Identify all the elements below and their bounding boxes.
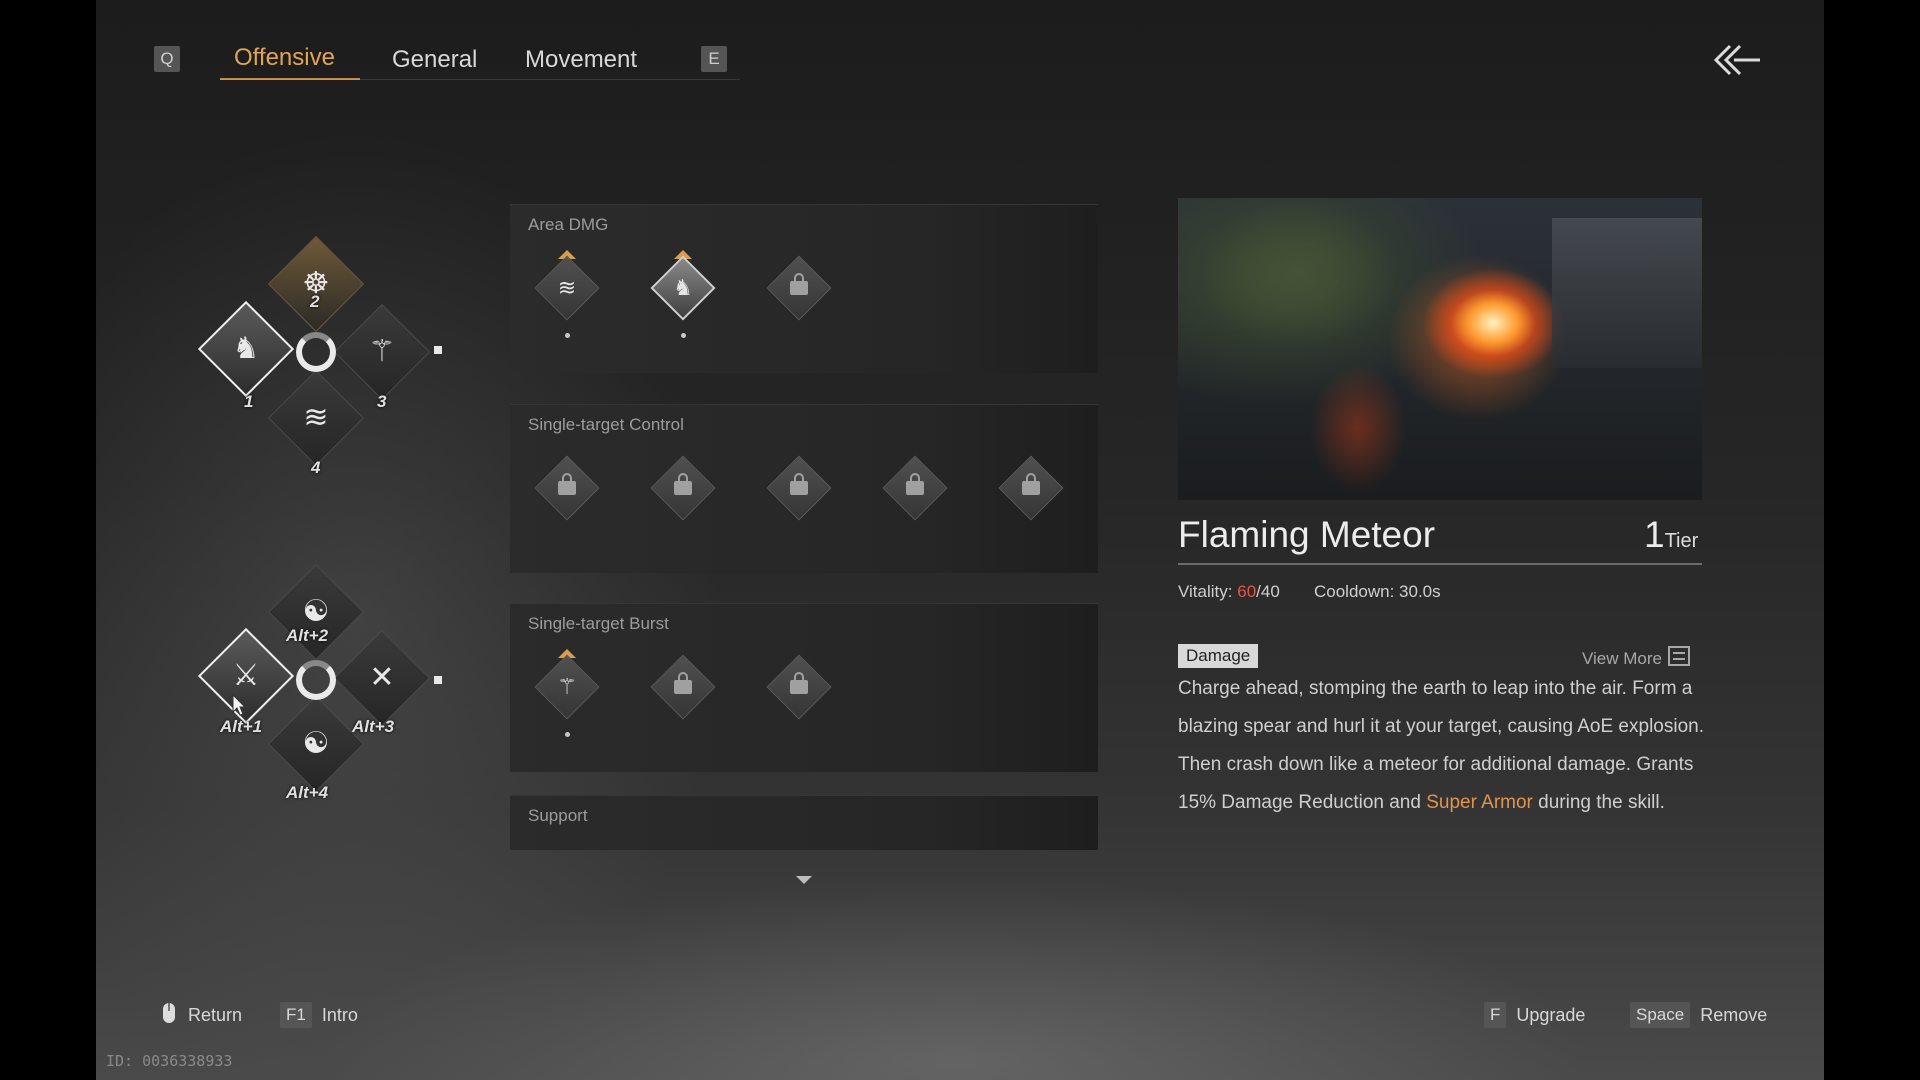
- description-tail: during the skill.: [1538, 792, 1665, 813]
- charging-horse-icon: ♞: [673, 275, 693, 300]
- remove-action[interactable]: Space Remove: [1630, 1002, 1767, 1028]
- upgrade-action[interactable]: F Upgrade: [1484, 1002, 1585, 1028]
- equipped-dot: [681, 333, 686, 338]
- category-single-target-control: Single-target Control: [510, 404, 1098, 573]
- category-support: Support: [510, 795, 1098, 850]
- category-title: Single-target Control: [528, 415, 684, 434]
- vitality-current: 60: [1237, 582, 1257, 601]
- upgrade-label: Upgrade: [1516, 1004, 1586, 1025]
- wheel2-label-1: Alt+1: [220, 717, 263, 736]
- lock-icon: [1022, 481, 1040, 495]
- remove-label: Remove: [1700, 1004, 1768, 1025]
- scroll-down-icon[interactable]: [796, 876, 812, 884]
- wheel2-label-4: Alt+4: [286, 783, 329, 802]
- skill-type-badge: Damage: [1178, 644, 1259, 668]
- wheel2-label-2: Alt+2: [286, 626, 329, 645]
- wheel2-center-ring-icon: [296, 660, 336, 700]
- wheel2-label-3: Alt+3: [352, 717, 395, 736]
- lock-icon: [790, 481, 808, 495]
- wheel1-label-4: 4: [311, 458, 321, 477]
- lock-icon: [790, 281, 808, 295]
- skill-slot-control-1[interactable]: [534, 455, 600, 521]
- wheel1-center-ring-icon: [296, 332, 336, 372]
- tabs-divider: [220, 79, 740, 80]
- game-screen: Q Offensive General Movement E ☸ ♞ ⚚ ≋ 2…: [96, 0, 1824, 1080]
- skill-slot-control-3[interactable]: [766, 455, 832, 521]
- category-title: Area DMG: [528, 215, 609, 234]
- upgrade-key: F: [1484, 1002, 1507, 1028]
- lock-icon: [790, 680, 808, 694]
- skill-slot-area-1[interactable]: ≋: [534, 255, 600, 321]
- tier-label: Tier: [1664, 530, 1699, 552]
- tab-movement[interactable]: Movement: [525, 46, 637, 74]
- skill-slot-area-3[interactable]: [766, 255, 832, 321]
- skill-slot-control-4[interactable]: [882, 455, 948, 521]
- preview-foliage: [1198, 198, 1398, 348]
- category-single-target-burst: Single-target Burst ⚚: [510, 603, 1098, 772]
- lock-icon: [674, 481, 692, 495]
- lock-icon: [558, 481, 576, 495]
- intro-key: F1: [280, 1002, 312, 1028]
- tier-number: 1: [1644, 514, 1665, 555]
- skill-name: Flaming Meteor: [1178, 514, 1436, 555]
- spear-figure-icon: ✕: [369, 661, 395, 694]
- category-area-dmg: Area DMG ≋ ♞: [510, 204, 1098, 373]
- view-more-link[interactable]: View More: [1582, 646, 1690, 671]
- kick-figure-icon: ⚔: [232, 659, 260, 692]
- skill-tier: 1 Tier: [1644, 514, 1698, 556]
- vitality-label: Vitality:: [1178, 582, 1233, 601]
- prev-tab-key[interactable]: Q: [154, 46, 180, 72]
- lock-icon: [674, 680, 692, 694]
- wave-icon: ≋: [303, 401, 329, 434]
- wheel1-label-2: 2: [310, 292, 320, 311]
- skill-slot-control-2[interactable]: [650, 455, 716, 521]
- return-action[interactable]: Return: [162, 1002, 242, 1029]
- next-tab-key[interactable]: E: [701, 46, 727, 72]
- equipped-dot: [565, 333, 570, 338]
- wheel1-slot-1[interactable]: ♞: [197, 300, 295, 398]
- wheel1-more-dot: [434, 346, 442, 354]
- preview-building: [1552, 218, 1702, 368]
- player-id: ID: 0036338933: [106, 1052, 233, 1070]
- tab-general[interactable]: General: [392, 46, 477, 74]
- wheel1-label-3: 3: [377, 392, 387, 411]
- view-more-label: View More: [1582, 648, 1662, 668]
- remove-key: Space: [1630, 1002, 1691, 1028]
- wheel1-slot-2[interactable]: ☸: [267, 235, 365, 333]
- wheel2-slot-1[interactable]: ⚔: [197, 627, 295, 725]
- vitality-max: /40: [1256, 582, 1280, 601]
- skill-description: Charge ahead, stomping the earth to leap…: [1178, 670, 1708, 822]
- wheel1-label-1: 1: [244, 392, 254, 411]
- meditating-figure-icon: ☯: [302, 595, 330, 628]
- charging-horse-icon: ♞: [232, 332, 260, 365]
- vitality-stat: Vitality: 60/40: [1178, 582, 1280, 602]
- title-divider: [1178, 563, 1702, 565]
- skill-slot-burst-3[interactable]: [766, 654, 832, 720]
- skill-slot-burst-1[interactable]: ⚚: [534, 654, 600, 720]
- mouse-cursor-icon: [232, 693, 247, 716]
- equipped-dot: [565, 732, 570, 737]
- skill-slot-area-2[interactable]: ♞: [650, 255, 716, 321]
- category-title: Support: [528, 806, 588, 825]
- cooldown-stat: Cooldown: 30.0s: [1314, 582, 1441, 601]
- back-arrow-icon[interactable]: [1712, 40, 1762, 80]
- tab-offensive[interactable]: Offensive: [234, 44, 335, 72]
- skill-slot-burst-2[interactable]: [650, 654, 716, 720]
- wave-icon: ≋: [557, 275, 577, 300]
- mouse-right-icon: [162, 1002, 176, 1029]
- dancer-icon: ⚚: [557, 674, 577, 699]
- skill-slot-control-5[interactable]: [998, 455, 1064, 521]
- intro-action[interactable]: F1 Intro: [280, 1002, 358, 1028]
- category-title: Single-target Burst: [528, 614, 669, 633]
- description-highlight: Super Armor: [1426, 792, 1533, 813]
- return-label: Return: [188, 1005, 243, 1025]
- lock-icon: [906, 481, 924, 495]
- wheel2-more-dot: [434, 676, 442, 684]
- list-icon: [1668, 646, 1690, 671]
- skill-preview-image: [1178, 198, 1702, 500]
- intro-label: Intro: [321, 1004, 358, 1025]
- dancer-icon: ⚚: [368, 335, 396, 368]
- yin-yang-icon: ☯: [302, 727, 330, 760]
